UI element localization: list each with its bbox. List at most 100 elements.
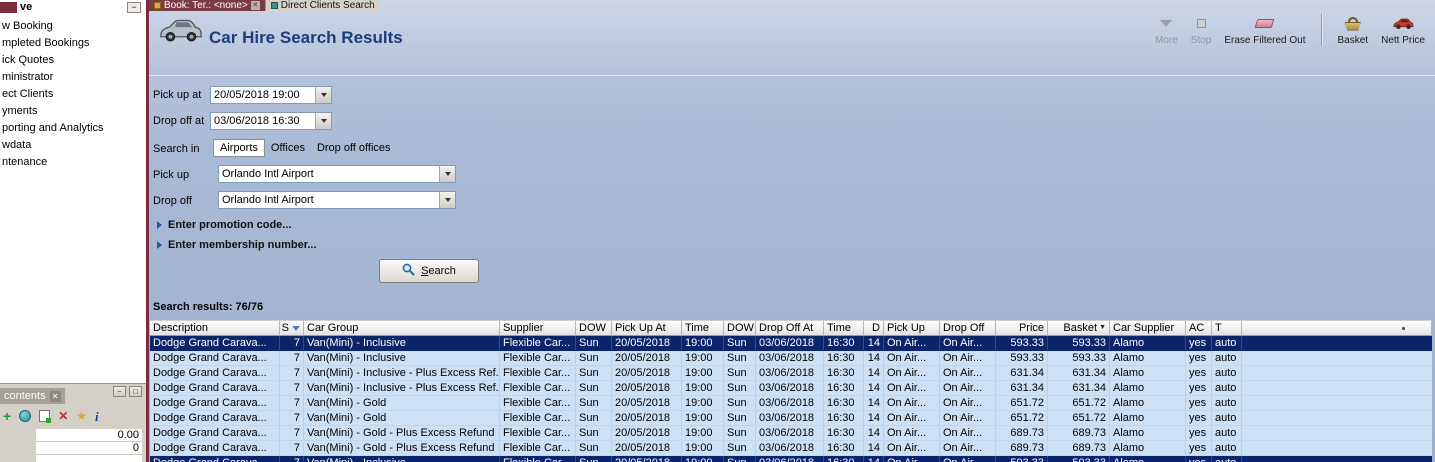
column-header[interactable]: Pick Up — [884, 320, 940, 336]
column-header[interactable]: Time — [824, 320, 864, 336]
cell: On Air... — [940, 336, 996, 350]
sidebar-item-direct-clients[interactable]: ect Clients — [0, 86, 146, 103]
stop-button[interactable]: Stop — [1191, 15, 1211, 46]
tab-direct-clients-search[interactable]: Direct Clients Search — [264, 0, 380, 11]
column-header[interactable]: Drop Off At — [756, 320, 824, 336]
close-icon[interactable]: ✕ — [250, 1, 260, 10]
result-row[interactable]: Dodge Grand Carava...7Van(Mini) - Inclus… — [150, 381, 1432, 396]
column-header[interactable]: D — [864, 320, 884, 336]
column-header[interactable]: AC — [1186, 320, 1212, 336]
result-row[interactable]: Dodge Grand Carava... 7 Van(Mini) - Gold -… — [150, 426, 1432, 441]
tab-dropoff-offices[interactable]: Drop off offices — [311, 140, 397, 156]
column-header[interactable]: DOW — [576, 320, 612, 336]
cell: Alamo — [1110, 381, 1186, 395]
globe-icon[interactable] — [19, 410, 32, 422]
contents-tab[interactable]: contents ✕ — [0, 388, 65, 404]
sidebar-item-maintenance[interactable]: ntenance — [0, 154, 146, 171]
sidebar-item-new-booking[interactable]: w Booking — [0, 18, 146, 35]
delete-icon[interactable]: ✕ — [58, 410, 68, 422]
pickup-airport-select[interactable]: Orlando Intl Airport — [218, 165, 456, 183]
column-header[interactable]: Supplier — [500, 320, 576, 336]
column-header[interactable]: Drop Off — [940, 320, 996, 336]
tab-offices[interactable]: Offices — [265, 140, 311, 156]
column-header[interactable]: S — [280, 320, 304, 336]
dropoff-at-field[interactable]: 03/06/2018 16:30 — [210, 112, 332, 130]
sidebar-item-reporting[interactable]: porting and Analytics — [0, 120, 146, 137]
column-header[interactable]: Car Supplier — [1110, 320, 1186, 336]
tab-airports[interactable]: Airports — [213, 139, 265, 157]
filter-icon[interactable] — [292, 325, 300, 331]
add-icon[interactable]: + — [3, 409, 11, 423]
cell: 593.33 — [1048, 351, 1110, 365]
result-row[interactable]: Dodge Grand Carava...7Van(Mini) - Inclus… — [150, 351, 1432, 366]
minimize-icon[interactable]: − — [113, 386, 126, 397]
column-chooser-icon[interactable] — [1402, 327, 1405, 330]
result-row[interactable]: Dodge Grand Carava...7Van(Mini) - Inclus… — [150, 366, 1432, 381]
sidebar-item-administrator[interactable]: ministrator — [0, 69, 146, 86]
sidebar-item-quick-quotes[interactable]: ick Quotes — [0, 52, 146, 69]
more-label: More — [1154, 35, 1178, 46]
count-field[interactable]: 0 — [36, 442, 142, 455]
pickup-airport-value[interactable]: Orlando Intl Airport — [219, 166, 439, 182]
cell: 19:00 — [682, 396, 724, 410]
basket-button[interactable]: Basket — [1338, 15, 1368, 46]
dropoff-airport-value[interactable]: Orlando Intl Airport — [219, 192, 439, 208]
erase-filtered-out-button[interactable]: Erase Filtered Out — [1224, 15, 1306, 46]
basket-icon — [1344, 16, 1361, 31]
dropdown-button[interactable] — [439, 192, 455, 208]
collapse-icon[interactable]: − — [127, 1, 141, 13]
dropoff-airport-select[interactable]: Orlando Intl Airport — [218, 191, 456, 209]
column-header[interactable]: Basket ▼ — [1048, 320, 1110, 336]
column-header[interactable]: Pick Up At — [612, 320, 682, 336]
promotion-code-expander[interactable]: Enter promotion code... — [157, 219, 291, 231]
result-row[interactable]: Dodge Grand Carava... 7 Van(Mini) - Gold Fl… — [150, 396, 1432, 411]
column-header[interactable]: DOW — [724, 320, 756, 336]
cell: Sun — [576, 441, 612, 455]
tab-book[interactable]: Book: Ter.: <none> ✕ — [149, 0, 265, 11]
membership-number-expander[interactable]: Enter membership number... — [157, 239, 317, 251]
cell: 19:00 — [682, 381, 724, 395]
search-button[interactable]: Search — [379, 259, 479, 283]
info-icon[interactable]: i — [95, 410, 99, 423]
sidebar-item-completed-bookings[interactable]: mpleted Bookings — [0, 35, 146, 52]
more-button[interactable]: More — [1155, 15, 1178, 46]
cell-filler — [1242, 396, 1432, 410]
contents-fields: 0.00 0 — [36, 429, 142, 462]
star-icon[interactable]: ★ — [76, 410, 87, 422]
result-row[interactable]: Dodge Grand Carava... 7 Van(Mini) - Gold Fl… — [150, 411, 1432, 426]
dropdown-button[interactable] — [315, 87, 331, 103]
result-row[interactable]: Dodge Grand Carava...7Van(Mini) - Inclus… — [150, 456, 1432, 462]
column-header[interactable]: Time — [682, 320, 724, 336]
column-header[interactable]: Car Group — [304, 320, 500, 336]
cell: 14 — [864, 381, 884, 395]
cell: Alamo — [1110, 441, 1186, 455]
close-icon[interactable]: ✕ — [49, 390, 61, 402]
nett-price-button[interactable]: Nett Price — [1381, 15, 1425, 46]
cell: Sun — [724, 441, 756, 455]
pickup-at-value[interactable]: 20/05/2018 19:00 — [211, 87, 315, 103]
dropdown-button[interactable] — [439, 166, 455, 182]
sidebar-item-rawdata[interactable]: wdata — [0, 137, 146, 154]
cell: Sun — [576, 336, 612, 350]
column-header[interactable]: Price — [996, 320, 1048, 336]
column-header[interactable]: T — [1212, 320, 1242, 336]
cell: 14 — [864, 426, 884, 440]
car-icon — [157, 17, 203, 50]
cell: auto — [1212, 396, 1242, 410]
dropdown-button[interactable] — [315, 113, 331, 129]
cell: 16:30 — [824, 351, 864, 365]
chevron-down-icon — [444, 198, 451, 202]
sidebar-item-payments[interactable]: yments — [0, 103, 146, 120]
results-header: Description S Car Group Supplier DOW Pick Up … — [150, 320, 1432, 336]
result-row[interactable]: Dodge Grand Carava...7Van(Mini) - Inclus… — [150, 336, 1432, 351]
dropoff-at-value[interactable]: 03/06/2018 16:30 — [211, 113, 315, 129]
cell: Van(Mini) - Gold — [304, 396, 500, 410]
cell: 03/06/2018 — [756, 396, 824, 410]
paste-icon[interactable] — [39, 410, 52, 423]
result-row[interactable]: Dodge Grand Carava... 7 Van(Mini) - Gold -… — [150, 441, 1432, 456]
maximize-icon[interactable]: □ — [129, 386, 142, 397]
empty-field[interactable] — [36, 455, 142, 462]
pickup-at-field[interactable]: 20/05/2018 19:00 — [210, 86, 332, 104]
column-header[interactable]: Description — [150, 320, 280, 336]
amount-field[interactable]: 0.00 — [36, 429, 142, 442]
